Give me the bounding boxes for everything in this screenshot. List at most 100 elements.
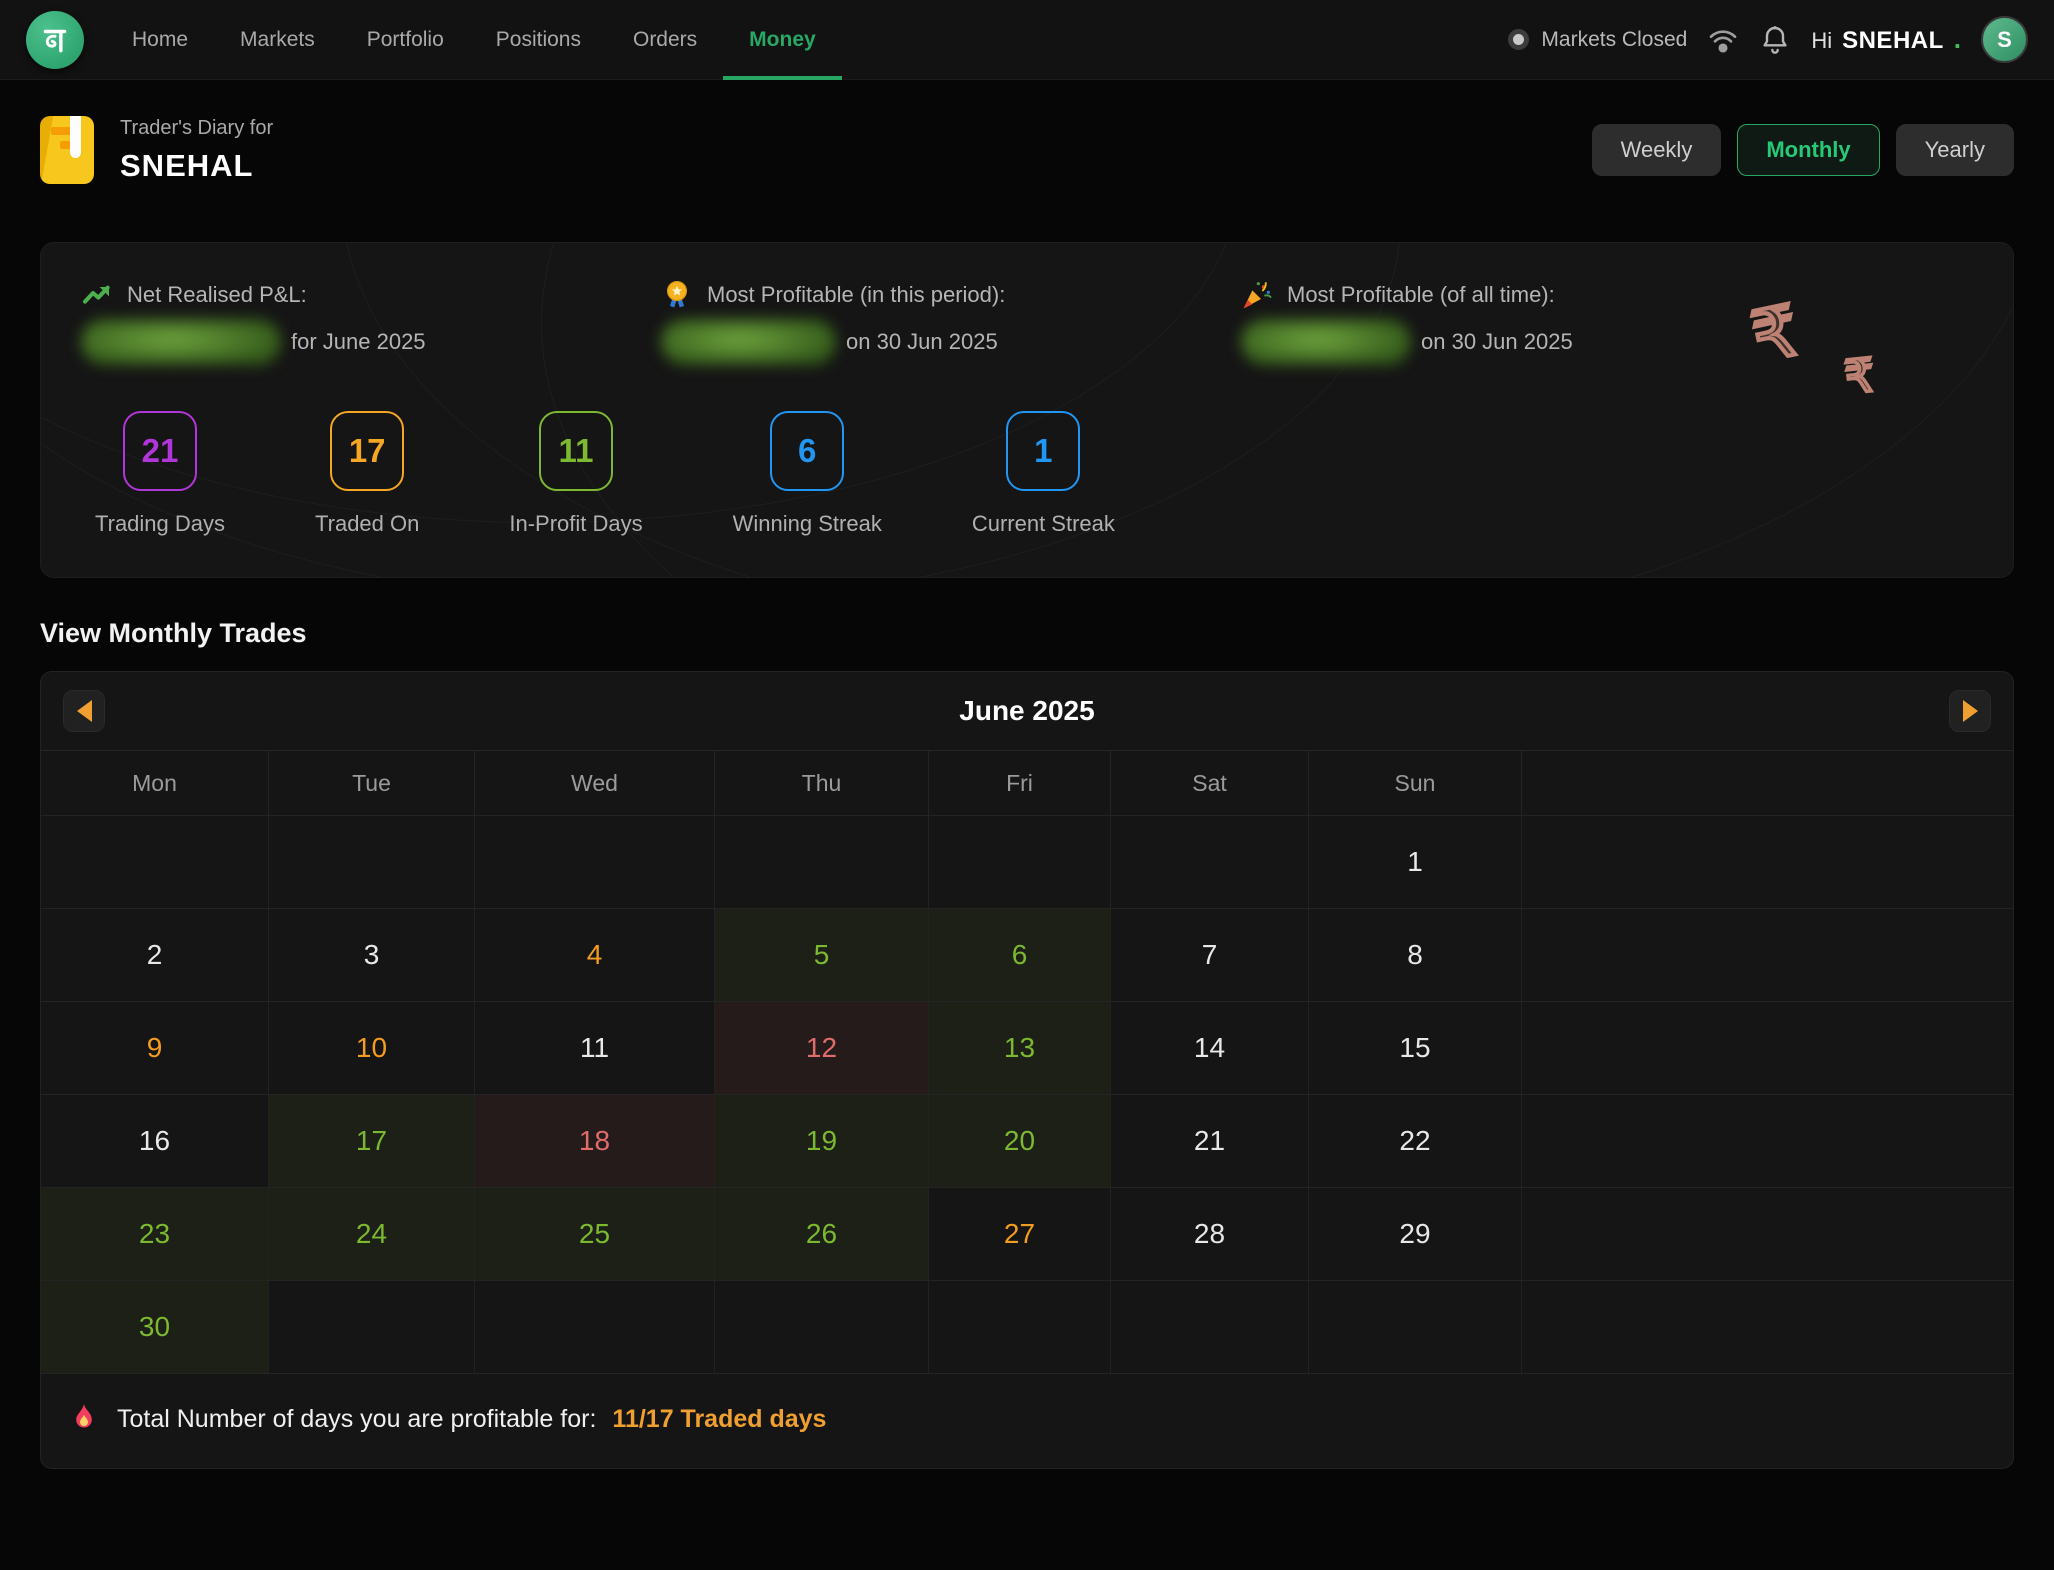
online-dot-icon: . [1954,24,1961,55]
empty-cell [714,1281,928,1373]
calendar-month-title: June 2025 [105,695,1949,727]
most-profitable-alltime: Most Profitable (of all time): on 30 Jun… [1241,279,1821,365]
calendar-day-cell[interactable]: 1 [1308,816,1521,908]
filler-cell [1521,1095,2013,1187]
calendar-week-row: 23242526272829 [41,1188,2013,1281]
calendar-day-cell[interactable]: 7 [1110,909,1308,1001]
empty-cell [1110,1281,1308,1373]
day-header-fri: Fri [928,751,1110,815]
dhan-logo[interactable] [26,11,84,69]
nav-item-positions[interactable]: Positions [470,0,607,80]
calendar-day-cell[interactable]: 4 [474,909,714,1001]
footer-text: Total Number of days you are profitable … [117,1405,596,1434]
stat-label: Traded On [315,511,419,537]
calendar-day-cell[interactable]: 30 [41,1281,268,1373]
empty-cell [41,816,268,908]
calendar-day-cell[interactable]: 27 [928,1188,1110,1280]
calendar-week-row: 16171819202122 [41,1095,2013,1188]
calendar-day-cell[interactable]: 3 [268,909,474,1001]
notification-bell-icon[interactable] [1759,24,1791,56]
page-header: Trader's Diary for SNEHAL WeeklyMonthlyY… [40,116,2014,184]
most-profitable-period-label: Most Profitable (in this period): [707,282,1005,308]
calendar-week-row: 9101112131415 [41,1002,2013,1095]
filler-cell [1521,909,2013,1001]
dhan-logo-glyph [38,23,72,57]
stat-winning-streak: 6Winning Streak [733,411,882,537]
stat-label: Winning Streak [733,511,882,537]
calendar-day-cell[interactable]: 28 [1110,1188,1308,1280]
footer-highlight: 11/17 Traded days [612,1405,826,1434]
calendar-day-cell[interactable]: 22 [1308,1095,1521,1187]
stats-summary-card: Net Realised P&L: for June 2025 Most Pro… [40,242,2014,578]
stat-label: Trading Days [95,511,225,537]
yearly-toggle-button[interactable]: Yearly [1896,124,2014,176]
calendar-header: June 2025 [41,672,2013,750]
calendar-week-row: 30 [41,1281,2013,1374]
calendar-day-cell[interactable]: 19 [714,1095,928,1187]
stat-current-streak: 1Current Streak [972,411,1115,537]
nav-item-orders[interactable]: Orders [607,0,723,80]
calendar-day-cell[interactable]: 6 [928,909,1110,1001]
markets-status: Markets Closed [1508,28,1687,52]
fire-icon [67,1402,101,1436]
calendar-day-cell[interactable]: 23 [41,1188,268,1280]
wifi-icon [1707,24,1739,56]
nav-item-portfolio[interactable]: Portfolio [341,0,470,80]
filler-cell [1521,816,2013,908]
most-profitable-alltime-label: Most Profitable (of all time): [1287,282,1555,308]
empty-cell [474,1281,714,1373]
previous-month-button[interactable] [63,690,105,732]
calendar-day-cell[interactable]: 29 [1308,1188,1521,1280]
stat-label: In-Profit Days [509,511,642,537]
calendar-day-cell[interactable]: 5 [714,909,928,1001]
markets-status-label: Markets Closed [1541,28,1687,52]
day-header-sun: Sun [1308,751,1521,815]
calendar-day-cell[interactable]: 24 [268,1188,474,1280]
day-header-sat: Sat [1110,751,1308,815]
calendar-day-cell[interactable]: 18 [474,1095,714,1187]
calendar-day-cell[interactable]: 25 [474,1188,714,1280]
medal-icon [661,279,693,311]
weekly-toggle-button[interactable]: Weekly [1592,124,1722,176]
calendar-grid: MonTueWedThuFriSatSun1234567891011121314… [41,750,2013,1374]
net-realised-pnl: Net Realised P&L: for June 2025 [81,279,661,365]
calendar-day-cell[interactable]: 20 [928,1095,1110,1187]
calendar-day-cell[interactable]: 16 [41,1095,268,1187]
stats-boxes-row: 21Trading Days17Traded On11In-Profit Day… [81,411,1973,537]
nav-item-money[interactable]: Money [723,0,842,80]
pnl-label: Net Realised P&L: [127,282,307,308]
next-month-button[interactable] [1949,690,1991,732]
page-subtitle: Trader's Diary for [120,117,273,140]
monthly-trades-calendar: June 2025 MonTueWedThuFriSatSun123456789… [40,671,2014,1469]
calendar-day-cell[interactable]: 12 [714,1002,928,1094]
calendar-day-cell[interactable]: 15 [1308,1002,1521,1094]
stat-value-box: 21 [123,411,197,491]
empty-cell [1308,1281,1521,1373]
stats-row: Net Realised P&L: for June 2025 Most Pro… [81,279,1973,365]
calendar-day-cell[interactable]: 26 [714,1188,928,1280]
stat-traded-on: 17Traded On [315,411,419,537]
calendar-day-cell[interactable]: 21 [1110,1095,1308,1187]
markets-closed-dot-icon [1508,29,1529,50]
party-popper-icon [1241,279,1273,311]
user-avatar[interactable]: S [1981,16,2028,63]
empty-cell [474,816,714,908]
calendar-day-cell[interactable]: 17 [268,1095,474,1187]
empty-cell [928,816,1110,908]
calendar-day-cell[interactable]: 2 [41,909,268,1001]
stat-label: Current Streak [972,511,1115,537]
nav-item-markets[interactable]: Markets [214,0,341,80]
most-profitable-period-suffix: on 30 Jun 2025 [846,329,998,355]
nav-item-home[interactable]: Home [106,0,214,80]
calendar-day-cell[interactable]: 14 [1110,1002,1308,1094]
calendar-day-cell[interactable]: 8 [1308,909,1521,1001]
empty-cell [714,816,928,908]
day-header-wed: Wed [474,751,714,815]
calendar-day-cell[interactable]: 10 [268,1002,474,1094]
calendar-day-cell[interactable]: 11 [474,1002,714,1094]
calendar-day-cell[interactable]: 13 [928,1002,1110,1094]
empty-cell [928,1281,1110,1373]
monthly-toggle-button[interactable]: Monthly [1737,124,1879,176]
calendar-day-cell[interactable]: 9 [41,1002,268,1094]
user-greeting: Hi SNEHAL . [1811,24,1961,55]
